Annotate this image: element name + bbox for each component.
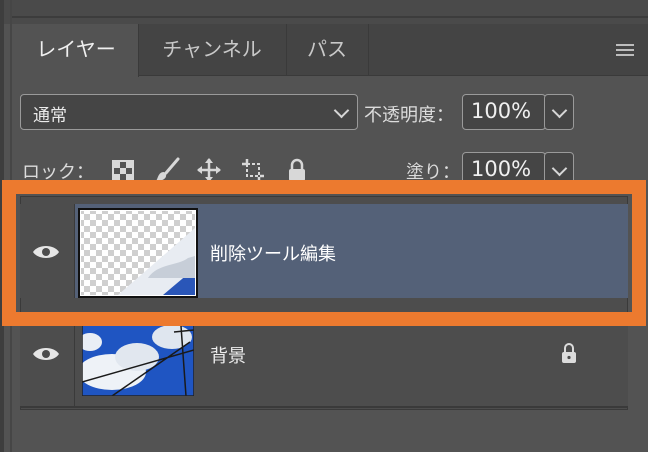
eye-icon[interactable] (32, 346, 60, 362)
layer-list-bottom-border (20, 406, 628, 408)
chevron-down-icon (551, 102, 568, 119)
top-divider (10, 16, 648, 18)
tab-channels-label: チャンネル (162, 37, 262, 61)
tab-layers-label: レイヤー (36, 37, 116, 61)
layer-name[interactable]: 背景 (210, 342, 246, 368)
panel-tab-bar: レイヤー チャンネル パス (14, 24, 648, 77)
highlight-frame (2, 180, 646, 326)
lock-icon (562, 343, 576, 363)
top-strip (0, 0, 648, 24)
chevron-down-icon (333, 102, 350, 119)
chevron-down-icon (551, 160, 568, 177)
blend-mode-select[interactable]: 通常 (20, 94, 358, 130)
tab-paths[interactable]: パス (286, 24, 369, 76)
visibility-toggle[interactable] (20, 312, 75, 406)
blend-mode-value: 通常 (33, 106, 67, 126)
lock-transparent-pixels-icon[interactable] (112, 160, 134, 182)
tab-paths-label: パス (307, 37, 347, 61)
tab-layers[interactable]: レイヤー (14, 24, 139, 77)
opacity-dropdown-button[interactable] (544, 94, 574, 130)
layer-row-background[interactable]: 背景 (20, 312, 628, 406)
opacity-label: 不透明度： (364, 105, 454, 126)
opacity-input[interactable]: 100% (462, 94, 546, 130)
tab-channels[interactable]: チャンネル (138, 24, 287, 76)
fill-value: 100% (471, 157, 532, 181)
lock-all-icon[interactable] (286, 158, 308, 182)
opacity-value: 100% (471, 99, 532, 123)
hamburger-menu-icon[interactable] (616, 44, 634, 56)
